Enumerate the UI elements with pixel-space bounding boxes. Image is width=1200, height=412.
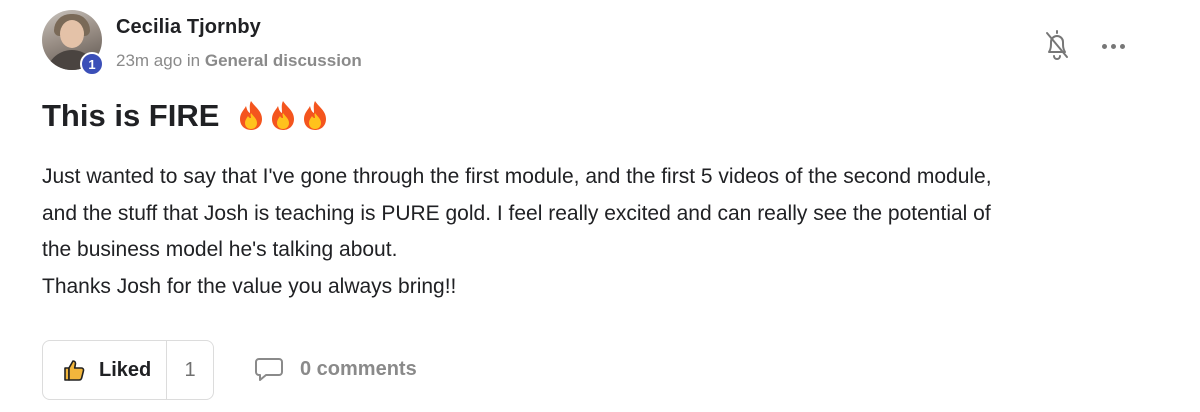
bell-off-icon [1046, 30, 1068, 60]
post-title: This is FIRE [42, 98, 330, 134]
comment-icon [255, 358, 283, 381]
notification-toggle-button[interactable] [1040, 26, 1074, 64]
comments-label: 0 comments [300, 357, 417, 380]
like-count[interactable]: 1 [167, 341, 213, 399]
post-body-line: Just wanted to say that I've gone throug… [42, 165, 992, 188]
like-button-group: Liked 1 [42, 340, 214, 400]
post-meta: 23m ago in General discussion [116, 51, 362, 71]
post-time: 23m ago [116, 51, 183, 70]
post-card: 1 Cecilia Tjornby 23m ago in General dis… [0, 0, 1200, 412]
like-label: Liked [99, 358, 152, 381]
avatar-face [60, 20, 84, 48]
author-name[interactable]: Cecilia Tjornby [116, 16, 261, 39]
author-avatar-wrap[interactable]: 1 [42, 10, 104, 76]
like-button[interactable]: Liked [43, 341, 167, 399]
comments-button[interactable]: 0 comments [254, 355, 417, 383]
level-badge: 1 [80, 52, 104, 76]
category-link[interactable]: General discussion [205, 51, 362, 70]
more-dot [1111, 44, 1116, 49]
fire-emoji-row [236, 99, 330, 131]
fire-icon [272, 100, 295, 130]
post-body: Just wanted to say that I've gone throug… [42, 159, 1162, 305]
thumbs-up-icon [64, 360, 85, 381]
post-meta-in: in [186, 51, 201, 70]
post-body-line: Thanks Josh for the value you always bri… [42, 274, 457, 298]
more-dot [1120, 44, 1125, 49]
more-dot [1102, 44, 1107, 49]
post-body-line: and the stuff that Josh is teaching is P… [42, 201, 991, 225]
post-title-text: This is FIRE [42, 98, 220, 133]
more-options-button[interactable] [1100, 32, 1136, 52]
fire-icon [304, 100, 327, 130]
post-body-line: the business model he's talking about. [42, 238, 398, 261]
fire-icon [240, 100, 263, 130]
